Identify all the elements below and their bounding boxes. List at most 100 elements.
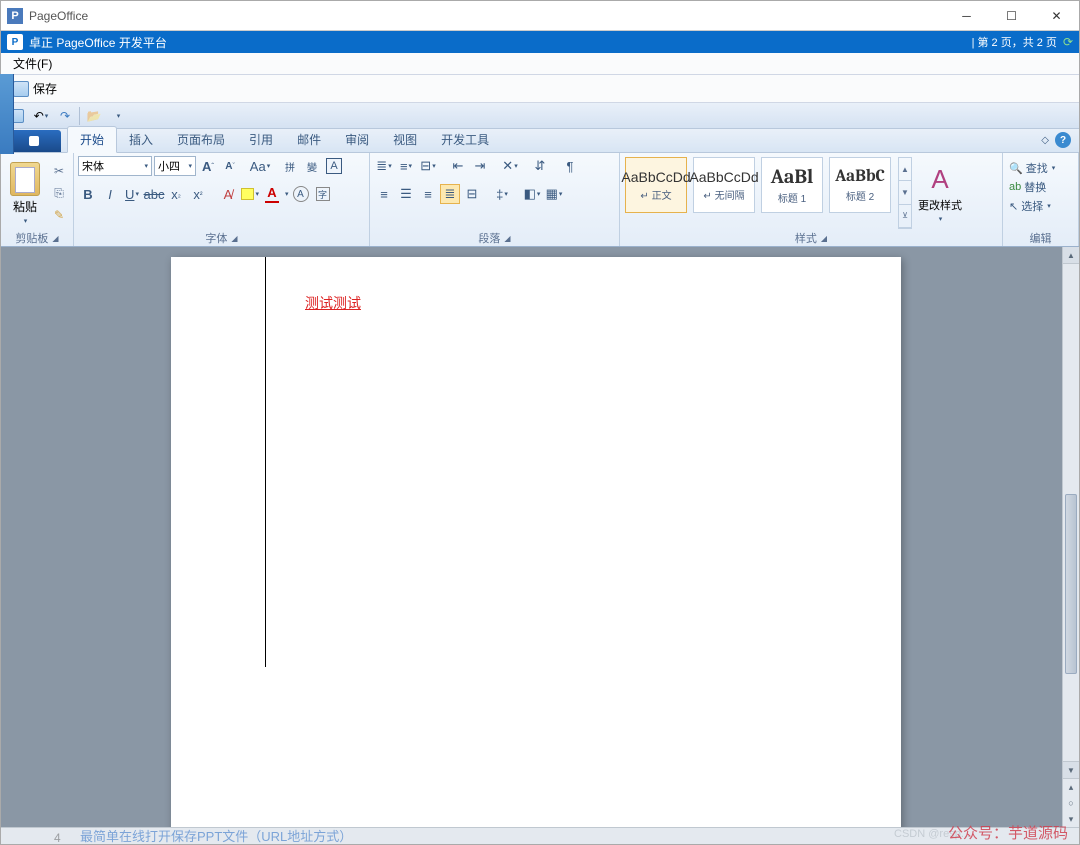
align-right-button[interactable]: ≡ [418, 184, 438, 204]
group-font: 宋体▾ 小四▾ Aˆ Aˇ Aa▾ 拼 變 A B I U▾ abc x₂ [74, 153, 370, 246]
style-heading1[interactable]: AaBl 标题 1 [761, 157, 823, 213]
change-styles-button[interactable]: A 更改样式 ▾ [918, 156, 962, 230]
decrease-indent-button[interactable]: ⇤ [448, 156, 468, 176]
bold-button[interactable]: B [78, 184, 98, 204]
find-icon: 🔍 [1009, 162, 1023, 175]
cut-button[interactable] [49, 162, 69, 180]
numbering-button[interactable]: ≡▾ [396, 156, 416, 176]
paragraph-label: 段落 [478, 230, 500, 246]
quick-access-toolbar: ↶▾ ↷ 📂 ▾ [1, 103, 1079, 129]
tab-references[interactable]: 引用 [237, 127, 285, 152]
tab-view[interactable]: 视图 [381, 127, 429, 152]
maximize-button[interactable]: ☐ [989, 1, 1034, 30]
tab-mailings[interactable]: 邮件 [285, 127, 333, 152]
clear-format-button[interactable]: A̸ [218, 184, 238, 204]
select-button[interactable]: ↖选择▾ [1009, 198, 1055, 214]
vertical-scrollbar[interactable]: ▲ ▼ ▴ ○ ▾ [1062, 247, 1079, 827]
office-button[interactable] [7, 130, 61, 152]
superscript-button[interactable]: x² [188, 184, 208, 204]
change-case-button[interactable]: Aa▾ [250, 156, 270, 176]
brand-icon: P [7, 34, 23, 50]
underline-button[interactable]: U▾ [122, 184, 142, 204]
clipboard-label: 剪贴板 [15, 230, 48, 246]
tab-layout[interactable]: 页面布局 [165, 127, 237, 152]
help-icon[interactable]: ? [1055, 132, 1071, 148]
line-spacing-button[interactable]: ‡▾ [492, 184, 512, 204]
undo-button[interactable]: ↶▾ [31, 106, 51, 126]
subscript-button[interactable]: x₂ [166, 184, 186, 204]
phonetic-button[interactable]: 拼 [280, 156, 300, 176]
menubar: 文件(F) [1, 53, 1079, 75]
paste-button[interactable]: 粘贴 ▾ [5, 156, 45, 230]
qat-customize[interactable]: ▾ [108, 106, 128, 126]
document-text[interactable]: 测试测试 [305, 293, 361, 313]
borders-button[interactable]: ▦▾ [544, 184, 564, 204]
tab-home[interactable]: 开始 [67, 126, 117, 153]
page-info: | 第 2 页，共 2 页 [972, 34, 1057, 50]
browse-object-icon[interactable]: ○ [1063, 795, 1079, 811]
strike-button[interactable]: abc [144, 184, 164, 204]
shading-button[interactable]: ◧▾ [522, 184, 542, 204]
close-button[interactable]: ✕ [1034, 1, 1079, 30]
increase-indent-button[interactable]: ⇥ [470, 156, 490, 176]
font-launcher[interactable]: ◢ [231, 234, 237, 243]
group-paragraph: ≣▾ ≡▾ ⊟▾ ⇤ ⇥ ✕▾ ⇵ ¶ ≡ ☰ ≡ ≣ [370, 153, 620, 246]
bottom-num: 4 [54, 831, 61, 845]
char-shading-button[interactable]: A [291, 184, 311, 204]
multilevel-button[interactable]: ⊟▾ [418, 156, 438, 176]
qat-open-button[interactable]: 📂 [84, 106, 104, 126]
style-no-spacing[interactable]: AaBbCcDd ↵ 无间隔 [693, 157, 755, 213]
minimize-ribbon-icon[interactable]: ◇ [1041, 135, 1049, 146]
style-heading2[interactable]: AaBbC 标题 2 [829, 157, 891, 213]
shrink-font-button[interactable]: Aˇ [220, 156, 240, 176]
file-menu[interactable]: 文件(F) [7, 53, 58, 74]
styles-up-icon[interactable]: ▲ [899, 158, 911, 181]
font-color-dropdown[interactable]: ▾ [285, 190, 289, 198]
font-size-select[interactable]: 小四▾ [154, 156, 196, 176]
styles-scroll[interactable]: ▲ ▼ ⊻ [898, 157, 912, 229]
minimize-button[interactable]: ─ [944, 1, 989, 30]
asian-layout-button[interactable]: ✕▾ [500, 156, 520, 176]
highlight-button[interactable]: ▾ [240, 184, 260, 204]
prev-page-icon[interactable]: ▴ [1063, 779, 1079, 795]
refresh-icon[interactable]: ⟳ [1063, 35, 1073, 49]
paragraph-launcher[interactable]: ◢ [504, 234, 510, 243]
grow-font-button[interactable]: Aˆ [198, 156, 218, 176]
enclose-button[interactable]: 變 [302, 156, 322, 176]
sort-button[interactable]: ⇵ [530, 156, 550, 176]
window-title: PageOffice [29, 9, 944, 23]
font-color-button[interactable]: A [262, 184, 282, 204]
change-styles-icon: A [931, 164, 948, 195]
distribute-button[interactable]: ⊟ [462, 184, 482, 204]
group-clipboard: 粘贴 ▾ 剪贴板 ◢ [1, 153, 74, 246]
tab-insert[interactable]: 插入 [117, 127, 165, 152]
format-painter-button[interactable] [49, 206, 69, 224]
bullets-button[interactable]: ≣▾ [374, 156, 394, 176]
find-button[interactable]: 🔍查找▾ [1009, 160, 1055, 176]
styles-launcher[interactable]: ◢ [821, 234, 827, 243]
redo-button[interactable]: ↷ [55, 106, 75, 126]
scroll-down-icon[interactable]: ▼ [1063, 761, 1079, 778]
align-left-button[interactable]: ≡ [374, 184, 394, 204]
scroll-thumb[interactable] [1065, 494, 1077, 674]
enclose-char-button[interactable]: 字 [313, 184, 333, 204]
styles-down-icon[interactable]: ▼ [899, 181, 911, 204]
show-marks-button[interactable]: ¶ [560, 156, 580, 176]
document-page[interactable]: 测试测试 [171, 257, 901, 844]
italic-button[interactable]: I [100, 184, 120, 204]
copy-button[interactable] [49, 184, 69, 202]
change-styles-label: 更改样式 [918, 197, 962, 213]
watermark: 公众号：芋道源码 [948, 822, 1068, 843]
save-button[interactable]: 保存 [7, 78, 63, 99]
font-name-select[interactable]: 宋体▾ [78, 156, 152, 176]
align-center-button[interactable]: ☰ [396, 184, 416, 204]
tab-developer[interactable]: 开发工具 [429, 127, 501, 152]
char-border-button[interactable]: A [324, 156, 344, 176]
style-normal[interactable]: AaBbCcDd ↵ 正文 [625, 157, 687, 213]
scroll-up-icon[interactable]: ▲ [1063, 247, 1079, 264]
replace-button[interactable]: ab替换 [1009, 179, 1055, 195]
justify-button[interactable]: ≣ [440, 184, 460, 204]
tab-review[interactable]: 审阅 [333, 127, 381, 152]
clipboard-launcher[interactable]: ◢ [52, 234, 58, 243]
styles-more-icon[interactable]: ⊻ [899, 205, 911, 228]
